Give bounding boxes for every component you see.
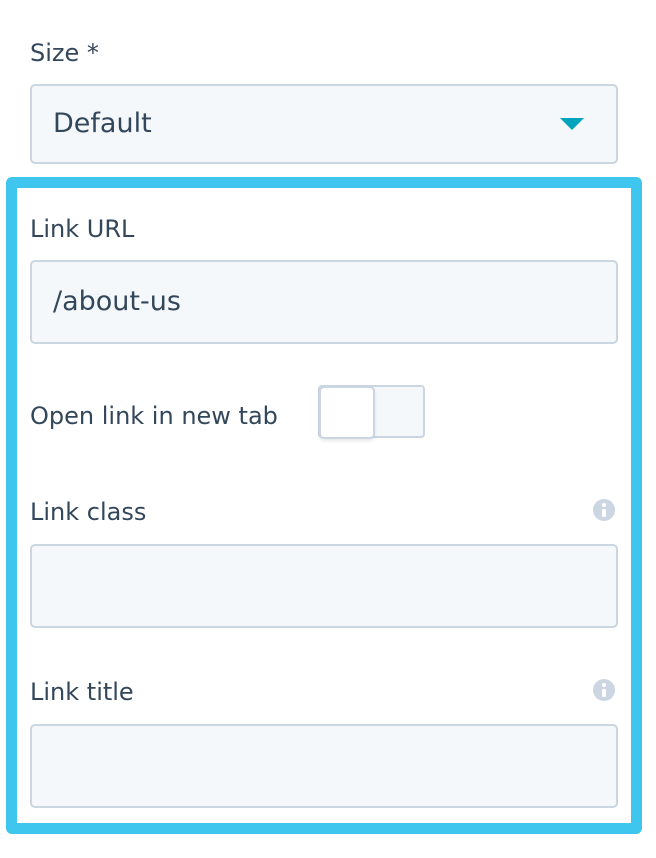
size-dropdown[interactable]: Default [30,84,618,164]
link-url-input[interactable]: /about-us [30,260,618,344]
link-class-input[interactable] [30,544,618,628]
link-class-label: Link class [30,498,147,526]
link-title-label: Link title [30,678,134,706]
link-url-label: Link URL [30,215,135,243]
info-icon[interactable] [593,499,615,521]
info-icon[interactable] [593,679,615,701]
open-new-tab-label: Open link in new tab [30,402,278,430]
link-title-input[interactable] [30,724,618,808]
link-url-value: /about-us [53,286,181,317]
toggle-knob[interactable] [319,386,375,439]
size-selected-value: Default [53,108,152,139]
open-new-tab-toggle[interactable] [318,385,425,439]
size-label: Size * [30,39,99,67]
chevron-down-icon[interactable] [560,118,584,130]
